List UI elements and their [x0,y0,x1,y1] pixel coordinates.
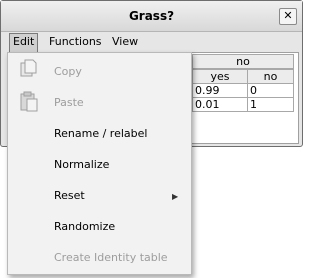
menu-item-reset[interactable]: Reset [54,188,85,204]
menu-item-create-identity-table[interactable]: Create Identity table [54,250,168,266]
table-cell[interactable]: 1 [247,97,294,112]
title-bar[interactable]: Grass? ✕ [1,1,302,32]
table-header-no: no [192,54,294,69]
menu-item-rename-relabel[interactable]: Rename / relabel [54,126,147,142]
close-icon: ✕ [283,9,293,22]
edit-menu-dropdown: Copy Paste Rename / relabel Normalize Re… [7,52,192,275]
menu-view[interactable]: View [109,33,141,51]
table-cell[interactable]: 0 [247,83,294,98]
copy-icon [19,59,39,81]
paste-icon [19,91,39,113]
table-cell[interactable]: 0.01 [192,97,248,112]
menu-bar: Edit Functions View [1,32,302,53]
menu-functions[interactable]: Functions [46,33,105,51]
table-cell[interactable]: 0.99 [192,83,248,98]
submenu-arrow-icon: ▶ [172,192,179,201]
menu-item-paste[interactable]: Paste [54,95,84,111]
menu-edit[interactable]: Edit [9,33,39,53]
table-col-yes: yes [192,69,248,84]
menu-item-normalize[interactable]: Normalize [54,157,109,173]
menu-item-randomize[interactable]: Randomize [54,219,115,235]
close-button[interactable]: ✕ [279,8,297,25]
table-col-no: no [247,69,294,84]
menu-item-copy[interactable]: Copy [54,64,82,80]
window-title: Grass? [128,9,175,23]
